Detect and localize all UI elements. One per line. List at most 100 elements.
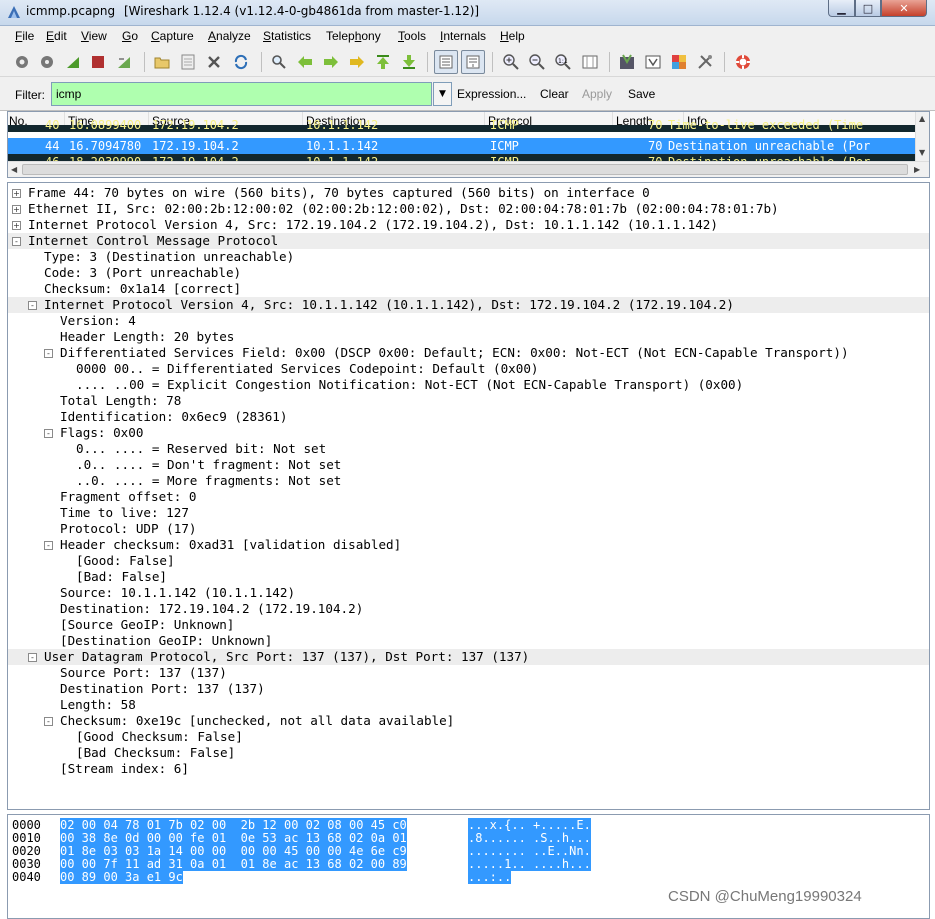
go-first-icon[interactable] [374, 53, 392, 71]
detail-tree-row[interactable]: 0000 00.. = Differentiated Services Code… [8, 361, 929, 377]
detail-tree-row[interactable]: Type: 3 (Destination unreachable) [8, 249, 929, 265]
start-capture-icon[interactable] [64, 53, 82, 71]
collapse-icon[interactable]: - [44, 349, 53, 358]
menu-item[interactable]: Internals [440, 29, 486, 43]
display-filter-input[interactable]: icmp [51, 82, 432, 106]
ascii-bytes[interactable]: ...x.{.. +.....E. [468, 818, 591, 832]
detail-tree-row[interactable]: + Ethernet II, Src: 02:00:2b:12:00:02 (02… [8, 201, 929, 217]
minimize-button[interactable]: ▁ [828, 0, 855, 17]
menu-item[interactable]: Analyze [208, 29, 251, 43]
detail-tree-row[interactable]: Protocol: UDP (17) [8, 521, 929, 537]
menu-item[interactable]: File [15, 29, 34, 43]
hex-offset[interactable]: 0010 [12, 831, 41, 845]
collapse-icon[interactable]: - [44, 429, 53, 438]
hex-bytes[interactable]: 00 38 8e 0d 00 00 fe 01 0e 53 ac 13 68 0… [60, 831, 407, 845]
maximize-button[interactable]: □ [855, 0, 881, 17]
save-filter-button[interactable]: Save [628, 87, 655, 101]
restart-capture-icon[interactable] [115, 53, 133, 71]
detail-tree-row[interactable]: Length: 58 [8, 697, 929, 713]
scroll-left-icon[interactable]: ◀ [11, 165, 17, 174]
expand-icon[interactable]: + [12, 221, 21, 230]
hex-bytes[interactable]: 01 8e 03 03 1a 14 00 00 00 00 45 00 00 4… [60, 844, 407, 858]
packet-row[interactable]: 40 16.0899400 172.19.104.2 10.1.1.142 ICMP 70… [8, 118, 916, 132]
detail-tree-row[interactable]: - Flags: 0x00 [8, 425, 929, 441]
go-to-packet-icon[interactable] [348, 53, 366, 71]
scroll-down-icon[interactable]: ▼ [919, 148, 925, 157]
zoom-out-icon[interactable] [528, 53, 546, 71]
detail-tree-row[interactable]: - Differentiated Services Field: 0x00 (DS… [8, 345, 929, 361]
detail-tree-row[interactable]: Checksum: 0x1a14 [correct] [8, 281, 929, 297]
collapse-icon[interactable]: - [12, 237, 21, 246]
detail-tree-row[interactable]: Source: 10.1.1.142 (10.1.1.142) [8, 585, 929, 601]
detail-tree-row[interactable]: - Checksum: 0xe19c [unchecked, not all da… [8, 713, 929, 729]
hex-offset[interactable]: 0020 [12, 844, 41, 858]
hex-bytes[interactable]: 00 89 00 3a e1 9c [60, 870, 183, 884]
close-file-icon[interactable] [205, 53, 223, 71]
detail-tree-row[interactable]: [Bad: False] [8, 569, 929, 585]
go-last-icon[interactable] [400, 53, 418, 71]
detail-tree-row[interactable]: Destination Port: 137 (137) [8, 681, 929, 697]
detail-tree-row[interactable]: [Bad Checksum: False] [8, 745, 929, 761]
menu-item[interactable]: View [81, 29, 107, 43]
scroll-up-icon[interactable]: ▲ [919, 114, 925, 123]
resize-columns-icon[interactable] [581, 53, 599, 71]
expression-button[interactable]: Expression... [457, 87, 526, 101]
coloring-rules-icon[interactable] [670, 53, 688, 71]
packet-row[interactable]: 4618.2039990172.19.104.210.1.1.142ICMP70… [8, 154, 916, 169]
detail-tree-row[interactable]: [Destination GeoIP: Unknown] [8, 633, 929, 649]
zoom-in-icon[interactable] [502, 53, 520, 71]
ascii-bytes[interactable]: ...:.. [468, 870, 512, 884]
menu-item[interactable]: Statistics [263, 29, 311, 43]
reload-icon[interactable] [232, 53, 250, 71]
menu-item[interactable]: Help [500, 29, 525, 43]
detail-tree-row[interactable]: - Internet Control Message Protocol [8, 233, 929, 249]
expand-icon[interactable]: + [12, 205, 21, 214]
packet-list-horizontal-scrollbar[interactable]: ◀ ▶ [8, 161, 929, 177]
menu-item[interactable]: Telephony [326, 29, 381, 43]
collapse-icon[interactable]: - [44, 717, 53, 726]
detail-tree-row[interactable]: [Good Checksum: False] [8, 729, 929, 745]
interfaces-icon[interactable] [13, 53, 31, 71]
go-back-icon[interactable] [296, 53, 314, 71]
detail-tree-row[interactable]: Header Length: 20 bytes [8, 329, 929, 345]
hex-offset[interactable]: 0030 [12, 857, 41, 871]
detail-tree-row[interactable]: .0.. .... = Don't fragment: Not set [8, 457, 929, 473]
detail-tree-row[interactable]: [Stream index: 6] [8, 761, 929, 777]
clear-filter-button[interactable]: Clear [540, 87, 569, 101]
detail-tree-row[interactable]: [Source GeoIP: Unknown] [8, 617, 929, 633]
detail-tree-row[interactable]: Destination: 172.19.104.2 (172.19.104.2) [8, 601, 929, 617]
close-window-button[interactable]: ✕ [881, 0, 927, 17]
hex-bytes[interactable]: 00 00 7f 11 ad 31 0a 01 01 8e ac 13 68 0… [60, 857, 407, 871]
zoom-normal-icon[interactable]: 1:1 [554, 53, 572, 71]
expand-icon[interactable]: + [12, 189, 21, 198]
menu-item[interactable]: Tools [398, 29, 426, 43]
hex-offset[interactable]: 0040 [12, 870, 41, 884]
ascii-bytes[interactable]: ........ ..E..Nn. [468, 844, 591, 858]
detail-tree-row[interactable]: ..0. .... = More fragments: Not set [8, 473, 929, 489]
colorize-icon[interactable] [434, 50, 458, 74]
packet-list-vertical-scrollbar[interactable]: ▲ ▼ [915, 112, 929, 161]
ascii-bytes[interactable]: .....1.. ....h... [468, 857, 591, 871]
apply-filter-button[interactable]: Apply [582, 87, 612, 101]
save-file-icon[interactable] [179, 53, 197, 71]
horizontal-scroll-thumb[interactable] [22, 164, 908, 175]
detail-tree-row[interactable]: - User Datagram Protocol, Src Port: 137 (… [8, 649, 929, 665]
menu-item[interactable]: Capture [151, 29, 194, 43]
ascii-bytes[interactable]: .8...... .S..h... [468, 831, 591, 845]
scroll-right-icon[interactable]: ▶ [914, 165, 920, 174]
detail-tree-row[interactable]: + Frame 44: 70 bytes on wire (560 bits), … [8, 185, 929, 201]
help-icon[interactable] [734, 53, 752, 71]
detail-tree-row[interactable]: Fragment offset: 0 [8, 489, 929, 505]
detail-tree-row[interactable]: Identification: 0x6ec9 (28361) [8, 409, 929, 425]
collapse-icon[interactable]: - [28, 301, 37, 310]
collapse-icon[interactable]: - [44, 541, 53, 550]
display-filters-icon[interactable] [644, 53, 662, 71]
detail-tree-row[interactable]: Source Port: 137 (137) [8, 665, 929, 681]
open-file-icon[interactable] [153, 53, 171, 71]
preferences-icon[interactable] [696, 53, 714, 71]
stop-capture-icon[interactable] [89, 53, 107, 71]
capture-filters-icon[interactable] [618, 53, 636, 71]
menu-item[interactable]: Edit [46, 29, 67, 43]
detail-tree-row[interactable]: .... ..00 = Explicit Congestion Notifica… [8, 377, 929, 393]
detail-tree-row[interactable]: 0... .... = Reserved bit: Not set [8, 441, 929, 457]
